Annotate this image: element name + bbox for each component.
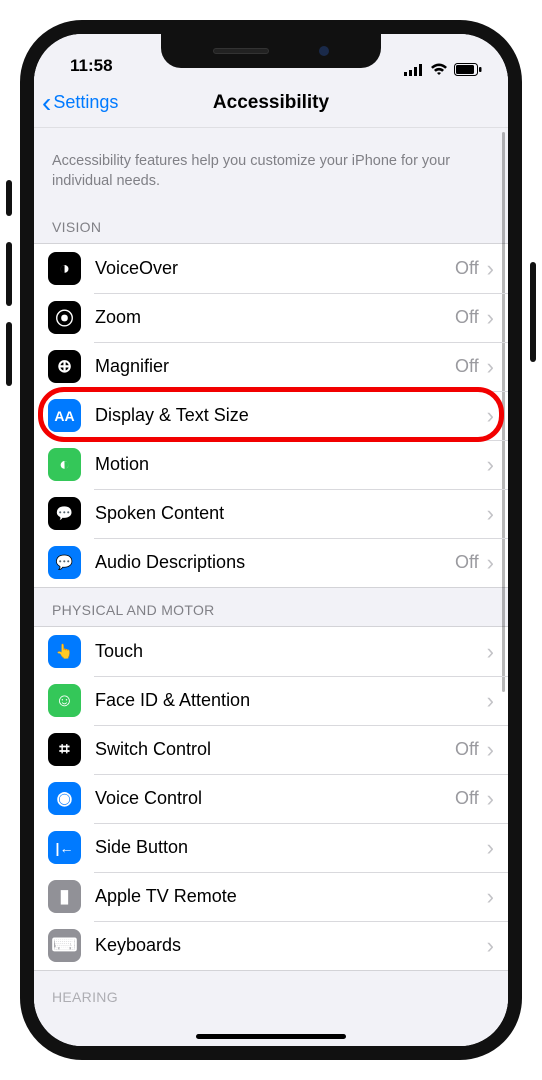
switch-control-icon: ⌗ (48, 733, 81, 766)
row-label: Display & Text Size (95, 405, 487, 426)
device-notch (161, 34, 381, 68)
row-label: Face ID & Attention (95, 690, 487, 711)
page-title: Accessibility (213, 92, 329, 114)
row-value: Off (455, 788, 479, 809)
settings-row-apple-tv-remote[interactable]: ▮Apple TV Remote› (34, 872, 508, 921)
list-physical: 👆Touch›☺Face ID & Attention›⌗Switch Cont… (34, 626, 508, 971)
row-label: Spoken Content (95, 503, 487, 524)
back-button[interactable]: ‹ Settings (42, 78, 118, 127)
magnifier-icon: ⊕ (48, 350, 81, 383)
row-value: Off (455, 356, 479, 377)
audio-descriptions-icon: 💬 (48, 546, 81, 579)
row-label: Audio Descriptions (95, 552, 455, 573)
settings-row-switch-control[interactable]: ⌗Switch ControlOff› (34, 725, 508, 774)
settings-row-zoom[interactable]: ⦿ZoomOff› (34, 293, 508, 342)
row-label: Zoom (95, 307, 455, 328)
keyboards-icon: ⌨ (48, 929, 81, 962)
settings-row-voice-control[interactable]: ◉Voice ControlOff› (34, 774, 508, 823)
section-header-physical: PHYSICAL AND MOTOR (34, 588, 508, 626)
settings-row-display-text-size[interactable]: AADisplay & Text Size› (34, 391, 508, 440)
home-indicator[interactable] (196, 1034, 346, 1039)
faceid-icon: ☺ (48, 684, 81, 717)
row-value: Off (455, 552, 479, 573)
status-icons (404, 63, 482, 76)
settings-row-keyboards[interactable]: ⌨Keyboards› (34, 921, 508, 970)
list-vision: ◑VoiceOverOff›⦿ZoomOff›⊕MagnifierOff›AAD… (34, 243, 508, 588)
settings-row-face-id-attention[interactable]: ☺Face ID & Attention› (34, 676, 508, 725)
row-label: Keyboards (95, 935, 487, 956)
battery-icon (454, 63, 482, 76)
zoom-icon: ⦿ (48, 301, 81, 334)
intro-text: Accessibility features help you customiz… (34, 128, 508, 205)
row-label: Switch Control (95, 739, 455, 760)
row-label: Magnifier (95, 356, 455, 377)
side-button-icon: |← (48, 831, 81, 864)
row-label: Voice Control (95, 788, 455, 809)
row-label: Touch (95, 641, 487, 662)
touch-icon: 👆 (48, 635, 81, 668)
settings-row-side-button[interactable]: |←Side Button› (34, 823, 508, 872)
settings-row-magnifier[interactable]: ⊕MagnifierOff› (34, 342, 508, 391)
cellular-icon (404, 64, 424, 76)
row-value: Off (455, 307, 479, 328)
motion-icon: ◐ (48, 448, 81, 481)
settings-row-touch[interactable]: 👆Touch› (34, 627, 508, 676)
row-label: VoiceOver (95, 258, 455, 279)
row-value: Off (455, 258, 479, 279)
voice-control-icon: ◉ (48, 782, 81, 815)
apple-tv-remote-icon: ▮ (48, 880, 81, 913)
settings-row-voiceover[interactable]: ◑VoiceOverOff› (34, 244, 508, 293)
back-label: Settings (53, 92, 118, 113)
row-label: Side Button (95, 837, 487, 858)
section-header-hearing: HEARING (34, 971, 508, 1013)
content-scroll[interactable]: Accessibility features help you customiz… (34, 128, 508, 1046)
spoken-content-icon: 💬 (48, 497, 81, 530)
wifi-icon (430, 63, 448, 76)
settings-row-spoken-content[interactable]: 💬Spoken Content› (34, 489, 508, 538)
section-header-vision: VISION (34, 205, 508, 243)
status-time: 11:58 (70, 56, 113, 76)
settings-row-motion[interactable]: ◐Motion› (34, 440, 508, 489)
text-size-icon: AA (48, 399, 81, 432)
row-value: Off (455, 739, 479, 760)
row-label: Motion (95, 454, 487, 475)
voiceover-icon: ◑ (48, 252, 81, 285)
row-label: Apple TV Remote (95, 886, 487, 907)
nav-bar: ‹ Settings Accessibility (34, 78, 508, 128)
settings-row-audio-descriptions[interactable]: 💬Audio DescriptionsOff› (34, 538, 508, 587)
